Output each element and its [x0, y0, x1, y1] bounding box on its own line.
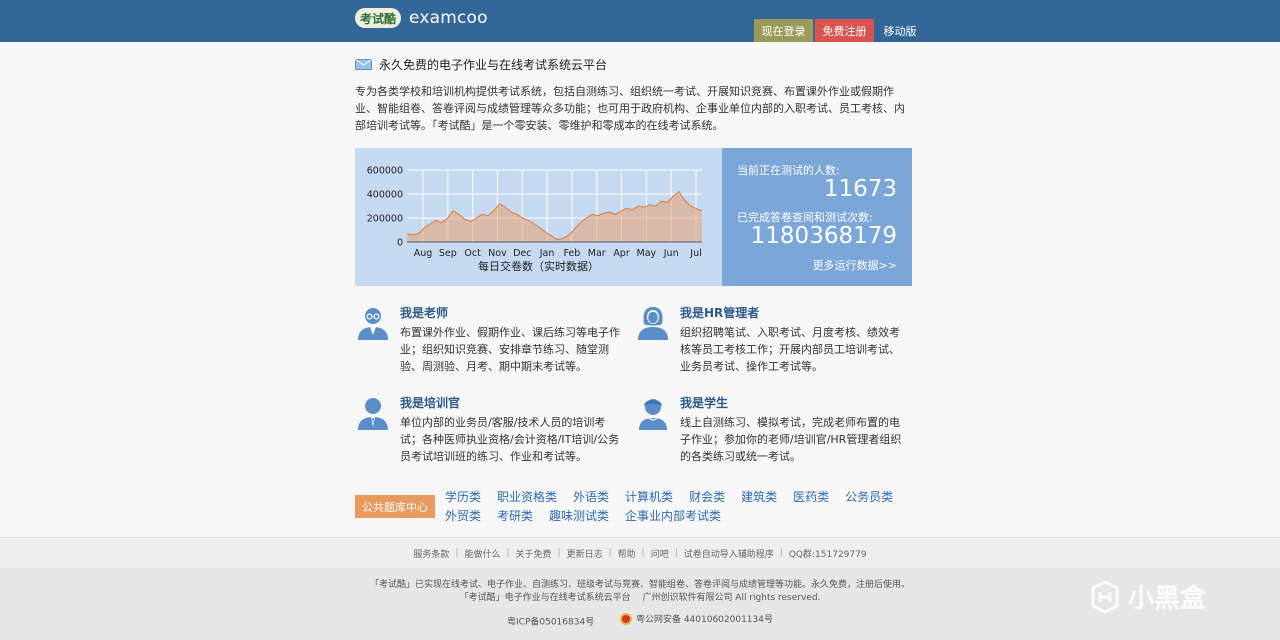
hr-manager-icon — [638, 307, 668, 340]
role-description: 组织招聘笔试、入职考试、月度考核、绩效考核等员工考核工作；开展内部员工培训考试、… — [680, 326, 900, 373]
footer-link[interactable]: 帮助 — [618, 547, 636, 560]
intro-heading: 永久免费的电子作业与在线考试系统云平台 — [355, 56, 607, 73]
heybox-logo-icon — [1091, 579, 1119, 614]
question-bank-category-link[interactable]: 企事业内部考试类 — [625, 507, 721, 526]
question-bank-category-link[interactable]: 学历类 — [445, 488, 481, 507]
daily-submissions-chart: 600000 400000 200000 0 Aug Sep Oct Nov Dec Jan Fe… — [355, 148, 722, 286]
intro-description: 专为各类学校和培训机构提供考试系统，包括自测练习、组织统一考试、开展知识竞赛、布… — [355, 85, 905, 132]
question-bank-category-link[interactable]: 职业资格类 — [497, 488, 557, 507]
chart-y-tick-label: 400000 — [367, 190, 403, 201]
trainer-icon — [358, 398, 388, 430]
teacher-icon — [358, 308, 388, 340]
role-description: 布置课外作业、假期作业、课后练习等电子作业；组织知识竞赛、安排章节练习、随堂测验… — [400, 326, 620, 373]
police-record-text: 粤公网安备 44010602001134号 — [635, 615, 773, 625]
register-button[interactable]: 免费注册 — [815, 19, 874, 42]
envelope-icon — [355, 59, 372, 70]
footer-separator: | — [455, 548, 459, 558]
question-bank-category-link[interactable]: 外语类 — [573, 488, 609, 507]
footer-separator: | — [608, 548, 612, 558]
question-bank-category-link[interactable]: 计算机类 — [625, 488, 673, 507]
mobile-version-link[interactable]: 移动版 — [878, 19, 922, 42]
footer-link[interactable]: 问吧 — [651, 547, 669, 560]
footer-link[interactable]: 更新日志 — [567, 547, 603, 560]
question-bank-category-link[interactable]: 医药类 — [793, 488, 829, 507]
footer-link[interactable]: QQ群:151729779 — [789, 547, 867, 560]
police-badge-icon — [619, 612, 632, 625]
logo-badge: 考试酷 — [355, 8, 401, 28]
chart-title: 每日交卷数（实时数据） — [478, 260, 599, 273]
role-description: 线上自测练习、模拟考试，完成老师布置的电子作业；参加你的老师/培训官/HR管理者… — [680, 416, 902, 463]
question-bank-categories: 学历类 职业资格类 外语类 计算机类 财会类 建筑类 医药类 公务员类外贸类 考研类 趣味测试类企… — [445, 488, 915, 526]
stats-panel: 600000 400000 200000 0 Aug Sep Oct Nov Dec Jan Fe… — [355, 148, 912, 286]
completed-count-value: 1180368179 — [750, 223, 897, 249]
running-stats-box: 当前正在测试的人数: 11673 已完成答卷查阅和测试次数: 118036817… — [722, 148, 912, 286]
footer-separator: | — [641, 548, 645, 558]
question-bank-tag[interactable]: 公共题库中心 — [355, 495, 435, 518]
question-bank-category-link[interactable]: 外贸类 — [445, 507, 481, 526]
question-bank-category-link[interactable]: 公务员类 — [845, 488, 893, 507]
chart-series-area — [407, 191, 702, 242]
footer-link[interactable]: 试卷自动导入辅助程序 — [684, 547, 774, 560]
top-header: 考试酷 examcoo 现在登录 免费注册 移动版 — [0, 0, 1280, 42]
footer-separator: | — [779, 548, 783, 558]
footer-link[interactable]: 关于免费 — [516, 547, 552, 560]
page-title: 永久免费的电子作业与在线考试系统云平台 — [379, 58, 608, 72]
logo-text: examcoo — [409, 8, 488, 28]
testing-count-value: 11673 — [823, 176, 897, 202]
role-title[interactable]: 我是老师 — [400, 304, 448, 321]
question-bank-category-link[interactable]: 建筑类 — [741, 488, 777, 507]
site-logo[interactable]: 考试酷 examcoo — [355, 8, 488, 28]
police-record[interactable]: 粤公网安备 44010602001134号 — [619, 612, 773, 625]
login-button[interactable]: 现在登录 — [754, 19, 813, 42]
icp-number[interactable]: 粤ICP备05016834号 — [507, 618, 594, 628]
watermark-text: 小黑盒 — [1128, 584, 1207, 614]
chart-canvas: 6000004000002000000 Aug Sep Oct Nov Dec Jan Fe… — [367, 166, 703, 259]
footer-link[interactable]: 服务条款 — [413, 547, 449, 560]
student-icon — [639, 399, 667, 430]
chart-y-tick-label: 600000 — [367, 166, 403, 177]
footer-links: 服务条款 | 能做什么 | 关于免费 | 更新日志 | 帮助 | 问吧 | 试卷自动导入辅助程序 | QQ群… — [0, 537, 1280, 568]
footer-separator: | — [674, 548, 678, 558]
chart-y-tick-label: 0 — [397, 238, 403, 249]
question-bank-category-link[interactable]: 趣味测试类 — [549, 507, 609, 526]
question-bank-category-link[interactable]: 考研类 — [497, 507, 533, 526]
role-title[interactable]: 我是HR管理者 — [680, 304, 759, 321]
question-bank-category-link[interactable]: 财会类 — [689, 488, 725, 507]
more-stats-link[interactable]: 更多运行数据>> — [813, 257, 897, 273]
role-title[interactable]: 我是学生 — [680, 394, 728, 411]
role-title[interactable]: 我是培训官 — [400, 394, 460, 411]
watermark: 小黑盒 — [1088, 578, 1206, 615]
footer-link[interactable]: 能做什么 — [464, 547, 500, 560]
footer-separator: | — [557, 548, 561, 558]
footer-separator: | — [506, 548, 510, 558]
role-description: 单位内部的业务员/客服/技术人员的培训考试；各种医师执业资格/会计资格/IT培训… — [400, 416, 620, 463]
chart-y-tick-label: 200000 — [367, 214, 403, 225]
